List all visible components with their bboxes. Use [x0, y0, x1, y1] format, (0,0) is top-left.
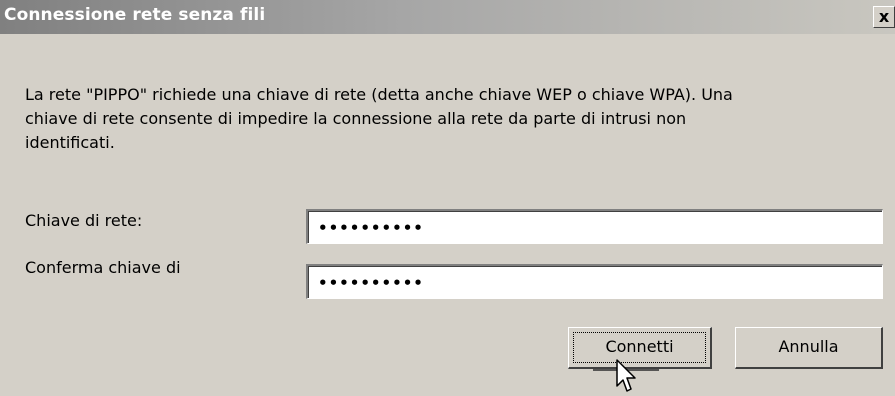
cancel-button-label: Annulla [778, 337, 839, 356]
focus-rectangle [573, 332, 706, 363]
title-bar[interactable]: Connessione rete senza fili x [0, 0, 895, 34]
wireless-connection-dialog: Connessione rete senza fili x La rete "P… [0, 0, 895, 396]
network-key-label: Chiave di rete: [25, 211, 143, 230]
window-title: Connessione rete senza fili [4, 5, 266, 25]
arrow-pointer-icon [616, 359, 636, 392]
close-button[interactable]: x [873, 6, 895, 28]
close-icon: x [878, 7, 890, 26]
cancel-button[interactable]: Annulla [735, 327, 883, 369]
dialog-message: La rete "PIPPO" richiede una chiave di r… [25, 85, 733, 152]
confirm-key-field[interactable]: •••••••••• [306, 264, 883, 299]
confirm-key-label: Conferma chiave di [25, 258, 181, 277]
connect-button[interactable]: Connetti [568, 327, 712, 369]
network-key-field[interactable]: •••••••••• [306, 209, 883, 244]
